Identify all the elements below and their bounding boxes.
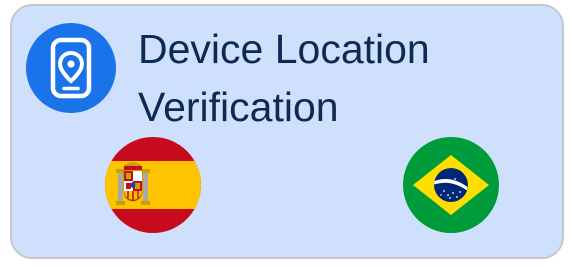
location-phone-icon	[26, 23, 116, 113]
device-location-verification-card[interactable]: Device Location Verification	[10, 4, 564, 259]
brazil-flag-icon	[403, 137, 499, 233]
card-title: Device Location Verification	[138, 26, 430, 130]
spain-flag-icon	[105, 137, 201, 233]
